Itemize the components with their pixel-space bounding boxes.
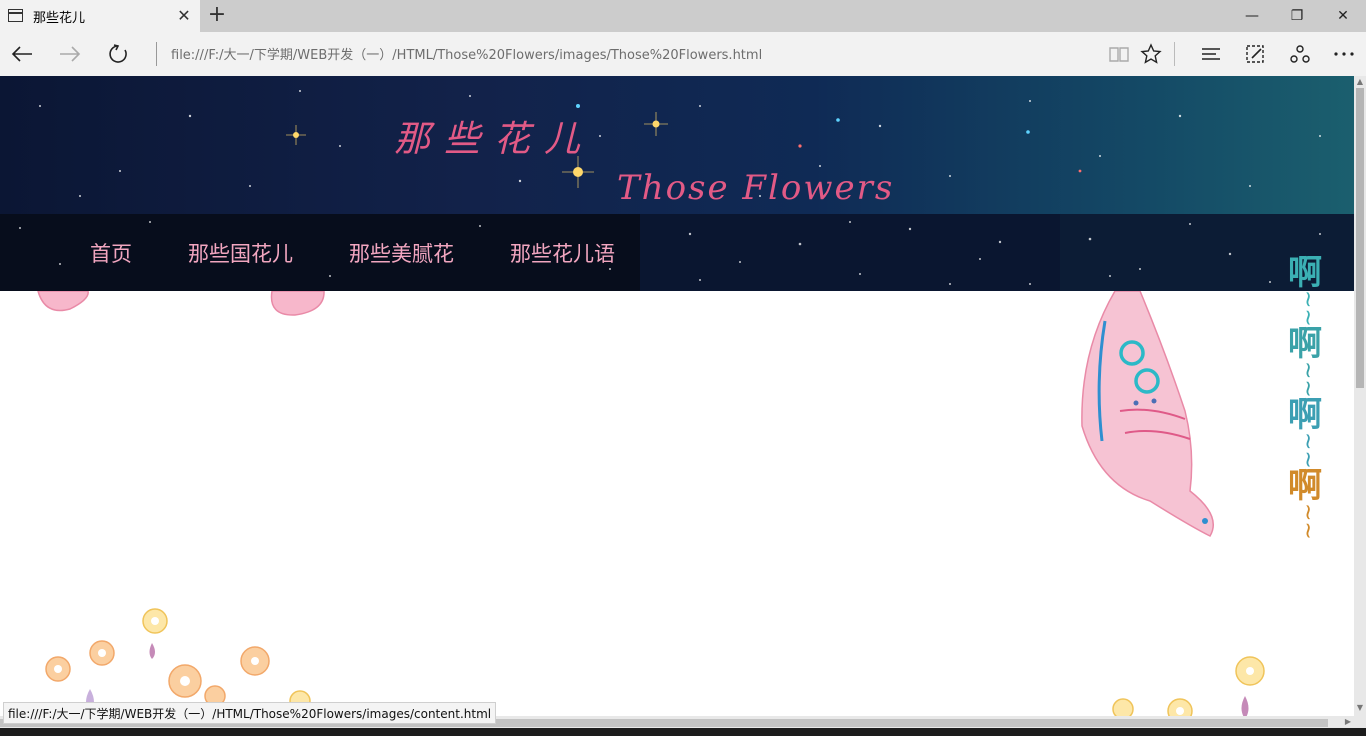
flower-decoration: [37, 291, 1265, 716]
web-note-icon[interactable]: [1241, 40, 1269, 68]
tab-close-icon[interactable]: ✕: [176, 8, 192, 24]
favorite-star-icon[interactable]: [1137, 40, 1165, 68]
site-title-chinese: 那些花儿: [394, 119, 595, 160]
scroll-up-arrow-icon[interactable]: ▲: [1354, 76, 1366, 88]
status-bar-link-preview: file:///F:/大一/下学期/WEB开发（一）/HTML/Those%20…: [3, 702, 497, 724]
url-field[interactable]: file:///F:/大一/下学期/WEB开发（一）/HTML/Those%20…: [171, 44, 762, 63]
vertical-scroll-thumb[interactable]: [1356, 88, 1364, 388]
window-minimize-button[interactable]: —: [1229, 0, 1275, 32]
tab-title: 那些花儿: [33, 11, 86, 26]
site-banner: 那些花儿 Those Flowers: [0, 76, 1354, 214]
tab-strip: 那些花儿 ✕ + — ❐ ✕: [0, 0, 1366, 32]
side-char-4: 啊: [1288, 465, 1322, 506]
browser-tab[interactable]: 那些花儿 ✕: [0, 0, 200, 32]
address-separator: [156, 42, 157, 66]
side-tilde-3: ~~: [1295, 431, 1320, 469]
side-char-1: 啊: [1288, 253, 1322, 293]
side-tilde-1: ~~: [1295, 290, 1320, 327]
window-restore-button[interactable]: ❐: [1274, 0, 1320, 32]
web-page: 那些花儿 Those Flowers 首页 那些国花儿 那些美腻花 那些花儿语: [0, 76, 1354, 716]
site-title-english: Those Flowers: [617, 168, 895, 208]
toolbar-separator: [1174, 42, 1175, 66]
menu-item-beautiful-flowers[interactable]: 那些美腻花: [349, 238, 454, 268]
scrollbar-corner: [1354, 716, 1366, 728]
reading-view-icon[interactable]: [1105, 40, 1133, 68]
new-tab-button[interactable]: +: [205, 4, 229, 28]
vertical-scrollbar[interactable]: ▲ ▼: [1354, 76, 1366, 716]
address-bar-row: file:///F:/大一/下学期/WEB开发（一）/HTML/Those%20…: [0, 32, 1366, 76]
back-arrow-icon[interactable]: [6, 38, 38, 70]
menu-item-home[interactable]: 首页: [90, 238, 132, 268]
menu-item-national-flowers[interactable]: 那些国花儿: [188, 238, 293, 268]
side-tilde-4: ~~: [1295, 502, 1320, 540]
forward-arrow-icon[interactable]: [54, 38, 86, 70]
side-tilde-2: ~~: [1295, 360, 1320, 398]
share-icon[interactable]: [1286, 40, 1314, 68]
taskbar-strip: [0, 728, 1366, 736]
main-menu: 首页 那些国花儿 那些美腻花 那些花儿语: [90, 238, 671, 268]
window-close-button[interactable]: ✕: [1320, 0, 1366, 32]
site-navbar: 首页 那些国花儿 那些美腻花 那些花儿语: [0, 214, 1354, 291]
side-char-2: 啊: [1288, 323, 1322, 364]
refresh-icon[interactable]: [102, 38, 134, 70]
hub-icon[interactable]: [1197, 40, 1225, 68]
side-char-3: 啊: [1288, 394, 1322, 435]
scroll-right-arrow-icon[interactable]: ▶: [1342, 716, 1354, 728]
menu-item-flower-language[interactable]: 那些花儿语: [510, 238, 615, 268]
vertical-decorative-text: 啊 ~~ 啊 ~~ 啊 ~~ 啊 ~~: [1285, 256, 1325, 540]
page-icon: [8, 9, 23, 22]
scroll-down-arrow-icon[interactable]: ▼: [1354, 702, 1366, 714]
more-icon[interactable]: [1330, 40, 1358, 68]
